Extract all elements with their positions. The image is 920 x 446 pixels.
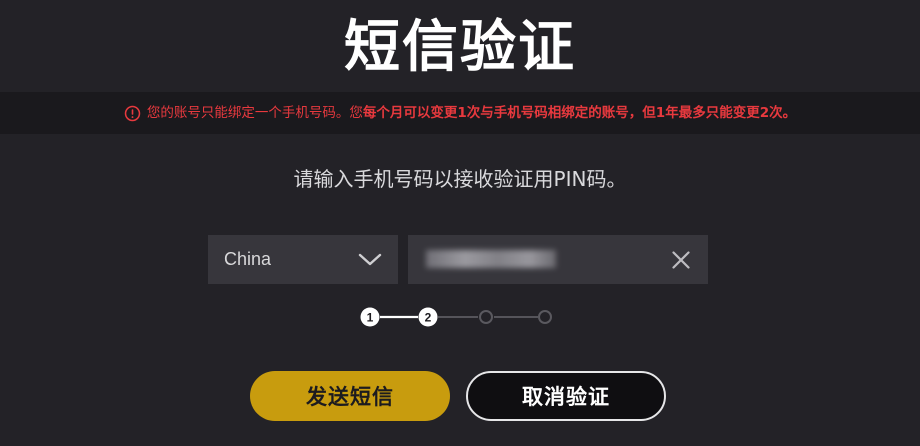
chevron-down-icon <box>358 253 382 265</box>
notice-text: 您的账号只能绑定一个手机号码。您每个月可以变更1次与手机号码相绑定的账号，但1年… <box>147 104 796 122</box>
country-select-value: China <box>224 249 272 269</box>
notice-text-normal: 您的账号只能绑定一个手机号码。您 <box>146 105 363 121</box>
close-icon <box>672 250 690 269</box>
stepper-step-label: 1 <box>367 311 374 325</box>
clear-phone-button[interactable] <box>668 247 694 273</box>
progress-stepper: 1 2 <box>360 307 552 327</box>
stepper-step-3 <box>479 310 493 324</box>
stepper-step-4 <box>538 310 552 324</box>
sms-verification-page: 短信验证 您的账号只能绑定一个手机号码。您每个月可以变更1次与手机号码相绑定的账… <box>0 0 920 446</box>
notice-text-bold: 每个月可以变更1次与手机号码相绑定的账号，但1年最多只能变更2次。 <box>362 105 797 121</box>
page-title: 短信验证 <box>344 15 576 80</box>
alert-circle-icon <box>124 105 141 121</box>
phone-number-field[interactable] <box>408 235 708 284</box>
stepper-step-label: 2 <box>425 311 432 325</box>
phone-number-redacted <box>426 250 556 268</box>
send-sms-button[interactable]: 发送短信 <box>250 371 450 421</box>
cancel-verification-button[interactable]: 取消验证 <box>466 371 666 421</box>
country-select[interactable]: China <box>208 235 398 284</box>
notice-bar: 您的账号只能绑定一个手机号码。您每个月可以变更1次与手机号码相绑定的账号，但1年… <box>0 92 920 134</box>
instruction-text: 请输入手机号码以接收验证用PIN码。 <box>293 167 627 191</box>
